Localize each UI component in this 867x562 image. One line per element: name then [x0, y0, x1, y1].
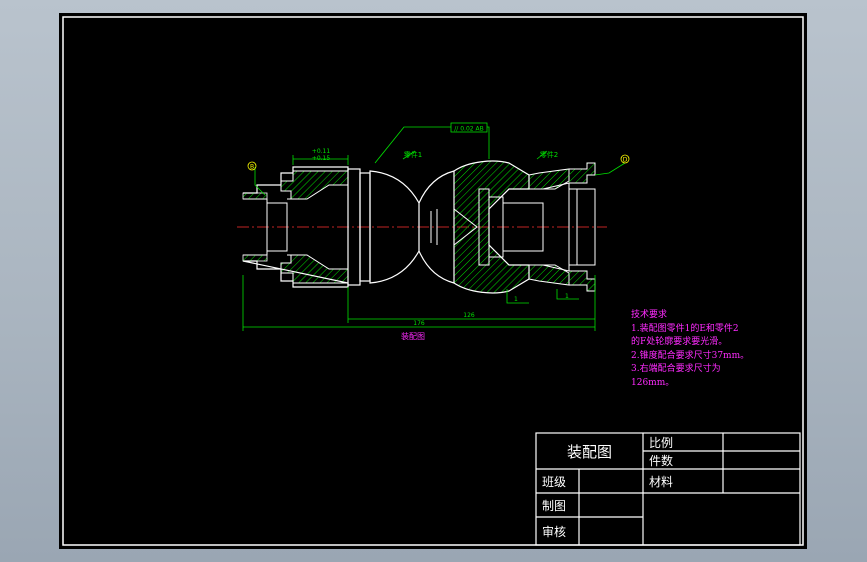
tolerance-upper: +0.11	[312, 148, 331, 155]
label-right-piece: 零件2	[540, 150, 558, 159]
tolerance-lower: +0.15	[312, 155, 331, 162]
tb-reviewer-label: 审核	[542, 524, 567, 539]
notes-line-5: 126mm。	[631, 377, 675, 388]
notes-line-4: 3.右端配合要求尺寸为	[631, 364, 721, 374]
notes-line-3: 2.锥度配合要求尺寸37mm。	[631, 350, 750, 361]
taper-right: 1	[565, 293, 569, 300]
dim-overall: 176	[413, 320, 425, 327]
drawing-caption: 装配图	[401, 331, 425, 341]
taper-left: 1	[514, 296, 518, 303]
notes-title: 技术要求	[631, 310, 668, 320]
technical-notes: 技术要求 1.装配图零件1的E和零件2 的F处轮廓要求要光滑。 2.锥度配合要求…	[631, 309, 749, 390]
tb-material-label: 材料	[649, 474, 674, 489]
tb-scale-label: 比例	[649, 435, 674, 450]
tb-drawing-title: 装配图	[566, 442, 612, 461]
drawing-sheet: // 0.02 AB +0.11 +0.15 176 126 零件1 零件2 1…	[59, 13, 807, 549]
tb-quantity-label: 件数	[649, 453, 674, 468]
notes-line-1: 1.装配图零件1的E和零件2	[631, 323, 739, 334]
datum-right-text: D	[623, 157, 628, 164]
tb-class-label: 班级	[542, 474, 567, 489]
dim-partial: 126	[463, 312, 475, 319]
fcf-text: // 0.02 AB	[454, 126, 483, 133]
label-left-piece: 零件1	[404, 150, 422, 159]
datum-left-text: B	[250, 164, 254, 171]
dimensions	[242, 126, 626, 331]
notes-line-2: 的F处轮廓要求要光滑。	[631, 337, 728, 347]
tb-drafter-label: 制图	[542, 498, 567, 513]
